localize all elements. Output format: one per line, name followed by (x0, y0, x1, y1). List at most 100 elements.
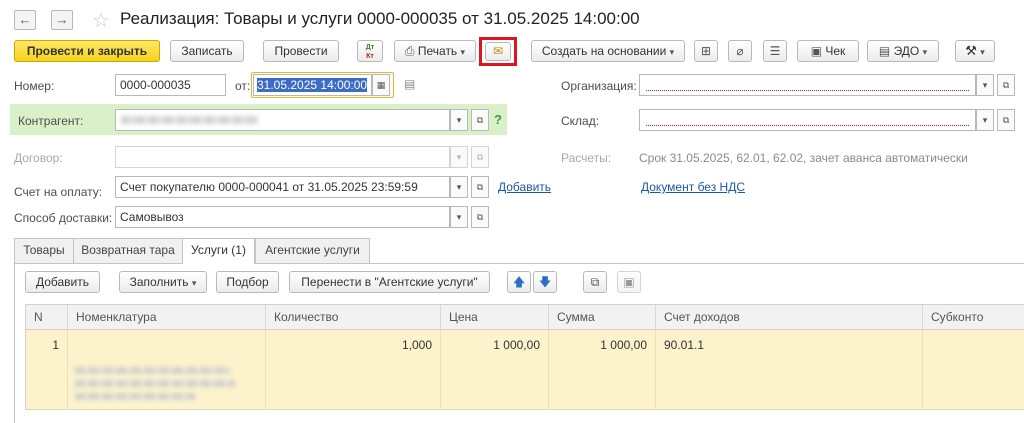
cell-price[interactable]: 1 000,00 (441, 330, 549, 410)
open-icon: ⧉ (476, 115, 484, 125)
tab-goods[interactable]: Товары (14, 238, 74, 263)
cell-quantity[interactable]: 1,000 (266, 330, 441, 410)
create-based-on-button[interactable]: Создать на основании ▾ (531, 40, 685, 62)
arrow-down-icon: 🡇 (538, 275, 552, 289)
column-header-n[interactable]: N (26, 305, 68, 329)
chevron-down-icon: ▾ (922, 47, 928, 57)
settlements-value[interactable]: Срок 31.05.2025, 62.01, 62.02, зачет ава… (639, 151, 968, 165)
email-button[interactable]: ✉ (485, 42, 511, 61)
more-actions-button[interactable]: ⚒ ▾ (955, 40, 995, 62)
help-icon[interactable]: ? (494, 112, 502, 127)
organization-open-button[interactable]: ⧉ (997, 74, 1015, 96)
comment-icon[interactable]: ▤ (404, 77, 415, 91)
column-header-subconto[interactable]: Субконто (923, 305, 1024, 329)
report-button[interactable]: ☰ (763, 40, 787, 62)
number-label: Номер: (14, 79, 55, 93)
delivery-label: Способ доставки: (14, 211, 113, 225)
invoice-field[interactable]: Счет покупателю 0000-000041 от 31.05.202… (115, 176, 450, 198)
tab-agent-services[interactable]: Агентские услуги (255, 238, 370, 263)
delivery-open-button[interactable]: ⧉ (471, 206, 489, 228)
organization-dropdown-button[interactable]: ▾ (976, 74, 994, 96)
column-header-quantity[interactable]: Количество (266, 305, 441, 329)
delivery-field[interactable]: Самовывоз (115, 206, 450, 228)
forward-button[interactable]: → (51, 10, 73, 30)
organization-field[interactable] (639, 74, 976, 96)
fill-label: Заполнить (129, 275, 189, 289)
contract-dropdown-button[interactable]: ▾ (450, 146, 468, 168)
back-button[interactable]: ← (14, 10, 36, 30)
structure-button[interactable]: ⊞ (694, 40, 718, 62)
delivery-dropdown-button[interactable]: ▾ (450, 206, 468, 228)
open-icon: ⧉ (476, 182, 484, 192)
item-redacted-line-3 (75, 393, 195, 400)
invoice-label: Счет на оплату: (14, 185, 103, 199)
chevron-down-icon: ▾ (456, 182, 462, 192)
attach-button[interactable]: ⌀ (728, 40, 752, 62)
contract-open-button[interactable]: ⧉ (471, 146, 489, 168)
print-button[interactable]: ⎙ Печать ▾ (394, 40, 476, 62)
contract-field[interactable] (115, 146, 450, 168)
cash-register-icon: ▣ (810, 44, 823, 58)
warehouse-dropdown-button[interactable]: ▾ (976, 109, 994, 131)
edo-label: ЭДО (893, 44, 920, 58)
cell-subconto[interactable] (923, 330, 1024, 410)
date-value: 31.05.2025 14:00:00 (257, 78, 368, 92)
move-up-button[interactable]: 🡅 (507, 271, 531, 293)
edo-button[interactable]: ▤ ЭДО ▾ (867, 40, 939, 62)
column-header-item[interactable]: Номенклатура (68, 305, 266, 329)
document-list-icon: ☰ (769, 44, 781, 58)
copy-icon: ⧉ (590, 275, 600, 289)
cell-sum[interactable]: 1 000,00 (549, 330, 656, 410)
tab-returnable-packaging[interactable]: Возвратная тара (73, 238, 183, 263)
cell-income-account[interactable]: 90.01.1 (656, 330, 923, 410)
organization-label: Организация: (561, 79, 637, 93)
tab-services[interactable]: Услуги (1) (182, 238, 255, 264)
cell-n: 1 (26, 330, 68, 410)
paperclip-icon: ⌀ (736, 44, 744, 58)
counterparty-open-button[interactable]: ⧉ (471, 109, 489, 131)
envelope-icon: ✉ (492, 44, 504, 58)
no-vat-document-link[interactable]: Документ без НДС (641, 180, 745, 194)
copy-row-button[interactable]: ⧉ (583, 271, 607, 293)
warehouse-open-button[interactable]: ⧉ (997, 109, 1015, 131)
chevron-down-icon: ▾ (982, 115, 988, 125)
invoice-open-button[interactable]: ⧉ (471, 176, 489, 198)
column-header-price[interactable]: Цена (441, 305, 549, 329)
create-based-label: Создать на основании (541, 44, 667, 58)
chevron-down-icon: ▾ (456, 115, 462, 125)
warehouse-field[interactable] (639, 109, 976, 131)
counterparty-dropdown-button[interactable]: ▾ (450, 109, 468, 131)
chevron-down-icon: ▾ (669, 47, 675, 57)
number-field[interactable]: 0000-000035 (115, 74, 226, 96)
add-invoice-link[interactable]: Добавить (498, 180, 551, 194)
calendar-icon: ▦ (376, 80, 386, 90)
favorite-star-icon[interactable]: ☆ (92, 8, 110, 33)
invoice-dropdown-button[interactable]: ▾ (450, 176, 468, 198)
dt-kt-button[interactable]: Дт Кт (357, 40, 383, 62)
date-field[interactable]: 31.05.2025 14:00:00 (253, 74, 372, 96)
arrow-up-icon: 🡅 (512, 275, 526, 289)
move-down-button[interactable]: 🡇 (533, 271, 557, 293)
chevron-down-icon: ▾ (191, 278, 197, 288)
pick-button[interactable]: Подбор (216, 271, 279, 293)
save-button[interactable]: Записать (170, 40, 244, 62)
column-header-income-account[interactable]: Счет доходов (656, 305, 923, 329)
fill-button[interactable]: Заполнить ▾ (119, 271, 207, 293)
counterparty-redacted (121, 116, 258, 124)
post-and-close-button[interactable]: Провести и закрыть (14, 40, 160, 62)
add-row-button[interactable]: Добавить (25, 271, 100, 293)
tab-divider (14, 263, 1024, 264)
post-button[interactable]: Провести (263, 40, 339, 62)
check-button[interactable]: ▣ Чек (797, 40, 859, 62)
date-label: от: (235, 79, 251, 93)
calendar-button[interactable]: ▦ (372, 74, 390, 96)
chevron-down-icon: ▾ (460, 47, 466, 57)
move-to-agent-services-button[interactable]: Перенести в "Агентские услуги" (289, 271, 490, 293)
settlements-label: Расчеты: (561, 151, 612, 165)
column-header-sum[interactable]: Сумма (549, 305, 656, 329)
paste-row-button[interactable]: ▣ (617, 271, 641, 293)
tools-icon: ⚒ (965, 43, 977, 58)
open-icon: ⧉ (476, 152, 484, 162)
open-icon: ⧉ (1002, 115, 1010, 125)
item-redacted-line-1 (75, 367, 230, 374)
